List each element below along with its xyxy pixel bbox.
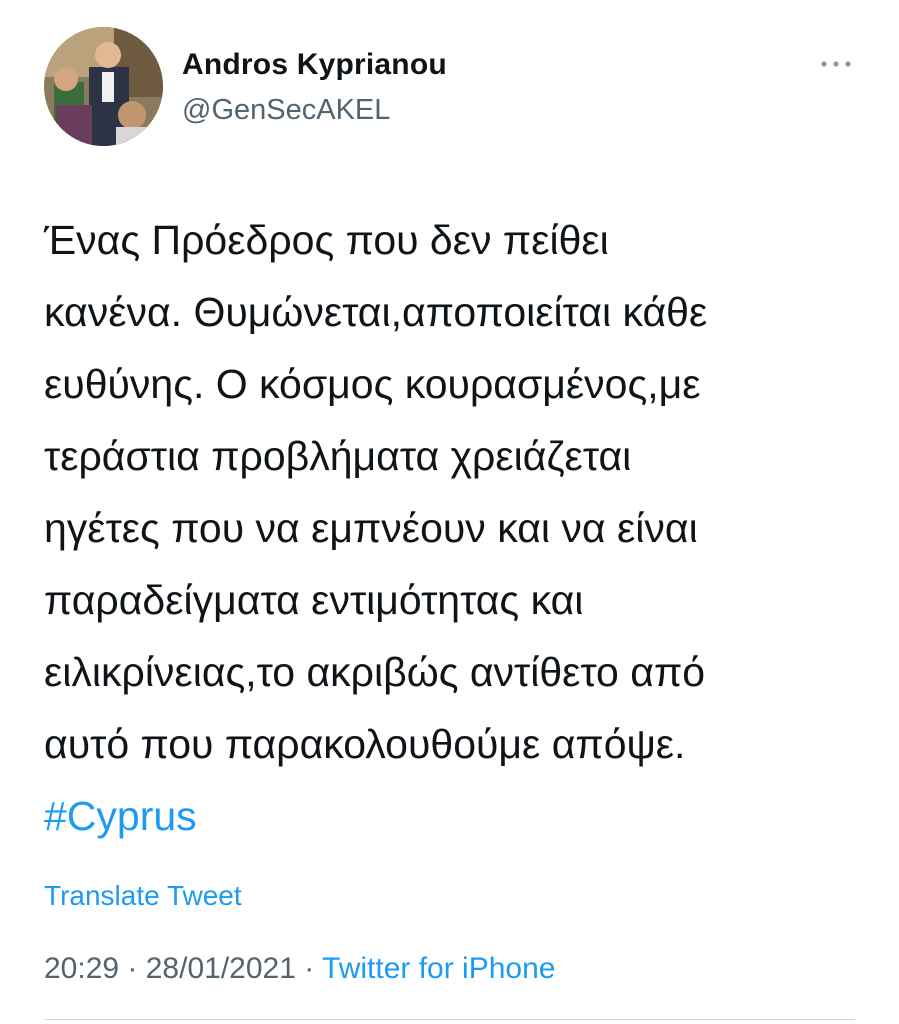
tweet-text: Ένας Πρόεδρος που δεν πείθει κανένα. Θυμ…: [44, 204, 874, 852]
divider: [44, 1019, 855, 1020]
tweet-text-line: παραδείγματα εντιμότητας και: [44, 577, 584, 623]
profile-photo-icon: [44, 27, 163, 146]
tweet-text-line: ευθύνης. Ο κόσμος κουρασμένος,με: [44, 361, 701, 407]
author-info[interactable]: Andros Kyprianou @GenSecAKEL: [182, 46, 447, 128]
translate-tweet-link[interactable]: Translate Tweet: [44, 878, 242, 914]
tweet-text-line: Ένας Πρόεδρος που δεν πείθει: [44, 217, 609, 263]
tweet-text-line: ηγέτες που να εμπνέουν και να είναι: [44, 505, 698, 551]
more-options-button[interactable]: [816, 52, 856, 76]
meta-separator: ·: [119, 952, 146, 985]
tweet-metadata: 20:29 · 28/01/2021 · Twitter for iPhone: [44, 949, 555, 989]
meta-separator: ·: [295, 952, 323, 985]
author-display-name[interactable]: Andros Kyprianou: [182, 46, 447, 84]
tweet-time[interactable]: 20:29: [44, 952, 119, 985]
tweet-text-line: ειλικρίνειας,το ακριβώς αντίθετο από: [44, 649, 706, 695]
tweet-card: Andros Kyprianou @GenSecAKEL Ένας Πρόεδρ…: [0, 0, 899, 1024]
tweet-text-line: αυτό που παρακολουθούμε απόψε.: [44, 721, 686, 767]
author-avatar[interactable]: [44, 27, 163, 146]
tweet-text-line: κανένα. Θυμώνεται,αποποιείται κάθε: [44, 289, 708, 335]
tweet-source-link[interactable]: Twitter for iPhone: [322, 952, 555, 985]
author-handle[interactable]: @GenSecAKEL: [182, 92, 447, 128]
tweet-date[interactable]: 28/01/2021: [146, 952, 296, 985]
hashtag-link[interactable]: #Cyprus: [44, 793, 197, 839]
more-horizontal-icon: [821, 61, 851, 67]
tweet-text-line: τεράστια προβλήματα χρειάζεται: [44, 433, 632, 479]
